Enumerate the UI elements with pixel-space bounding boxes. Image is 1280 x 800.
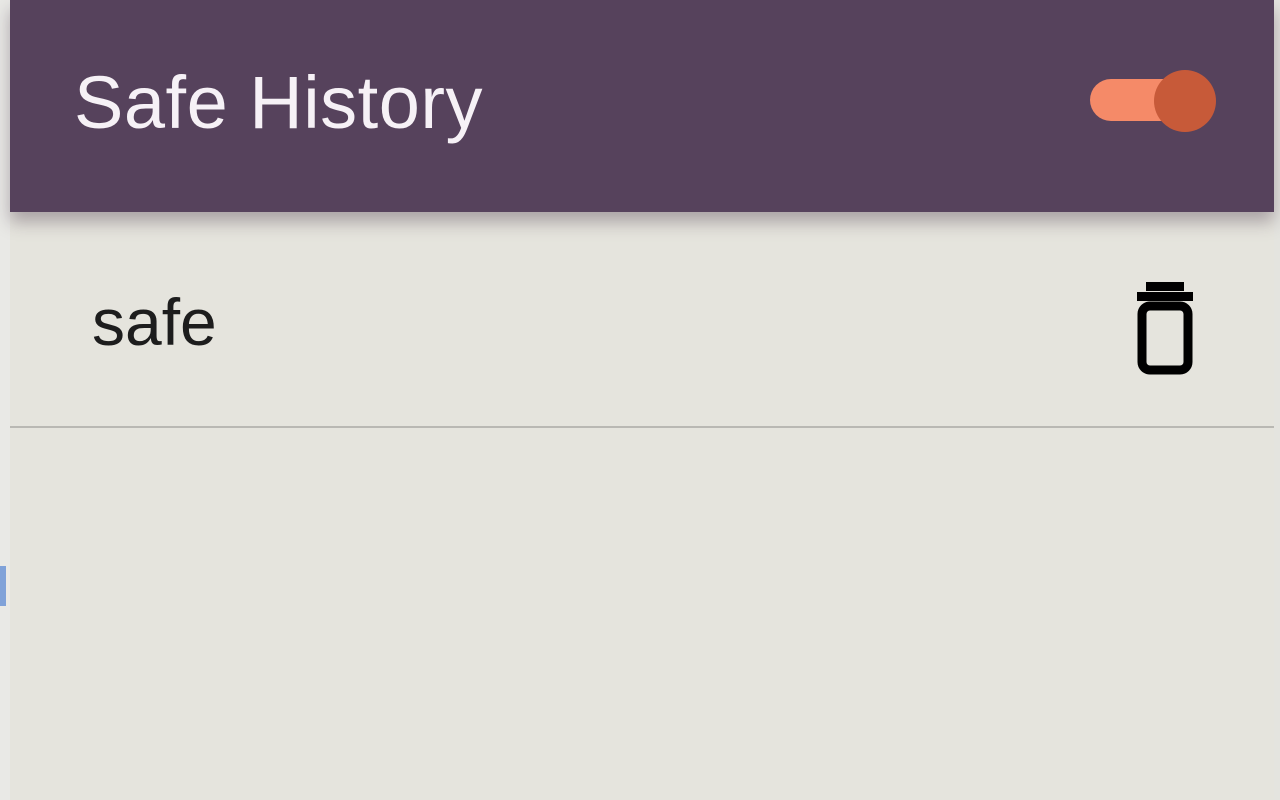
- safe-history-popup: Safe History safe: [10, 0, 1274, 800]
- delete-history-item-button[interactable]: [1120, 282, 1210, 378]
- trash-icon: [1120, 282, 1210, 378]
- safe-history-toggle[interactable]: [1090, 70, 1218, 132]
- background-page-mark: [0, 566, 6, 606]
- background-page-edge: [0, 0, 10, 800]
- history-list-item: safe: [10, 212, 1274, 428]
- popup-title: Safe History: [74, 61, 484, 144]
- history-item-label: safe: [92, 285, 217, 359]
- toggle-knob: [1154, 70, 1216, 132]
- popup-header: Safe History: [10, 0, 1274, 212]
- background-page-edge-right: [1274, 0, 1280, 800]
